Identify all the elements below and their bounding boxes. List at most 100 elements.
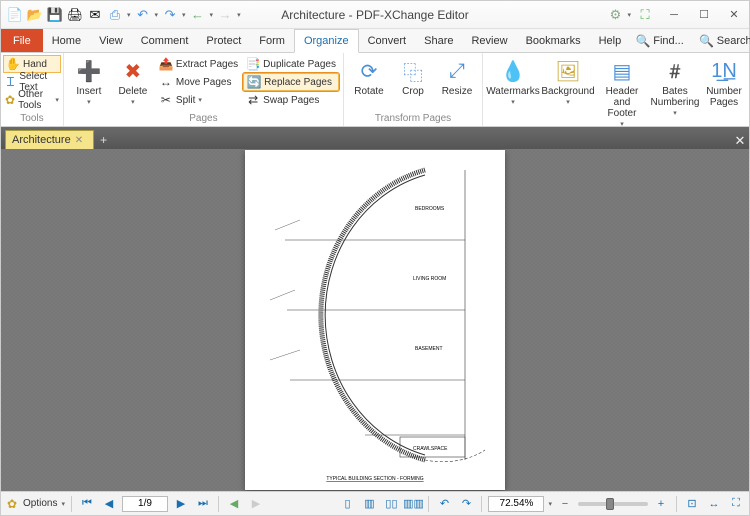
qat-dropdown-icon[interactable]: ▾ [127,11,131,19]
undo-icon[interactable]: ↶ [135,7,151,23]
other-tools-button[interactable]: ✿Other Tools▾ [3,91,61,109]
extract-pages-button[interactable]: 📤Extract Pages [156,55,241,73]
window-title: Architecture - PDF-XChange Editor [281,8,468,22]
fit-page-button[interactable]: ⊡ [683,495,701,513]
background-label: Background [541,86,594,97]
rotate-cw-button[interactable]: ↷ [457,495,475,513]
tab-home[interactable]: Home [43,29,90,52]
split-button[interactable]: ✂Split▾ [156,91,241,109]
scan-icon[interactable]: ⎙ [107,7,123,23]
zoom-input[interactable] [488,496,544,512]
next-page-button[interactable]: ▶ [172,495,190,513]
two-continuous-view-button[interactable]: ▥▥ [404,495,422,513]
pages-group: ➕Insert▾ ✖Delete▾ 📤Extract Pages ↔Move P… [64,53,344,126]
number-label: Number Pages [706,86,742,108]
rotate-label: Rotate [354,86,383,97]
first-page-button[interactable]: ⏮ [78,495,96,513]
launch-icon[interactable]: ⛶ [637,7,653,23]
hand-label: Hand [23,59,47,70]
watermarks-button[interactable]: 💧Watermarks▾ [487,55,539,106]
new-tab-button[interactable]: + [94,131,113,149]
page-input[interactable] [122,496,168,512]
resize-button[interactable]: ⤢Resize [436,55,478,97]
rotate-button[interactable]: ⟳Rotate [348,55,390,97]
move-pages-button[interactable]: ↔Move Pages [156,73,241,91]
move-icon: ↔ [159,75,173,89]
zoom-thumb[interactable] [606,498,614,510]
tab-convert[interactable]: Convert [359,29,416,52]
zoom-out-button[interactable]: − [556,495,574,513]
split-label: Split [176,95,195,106]
single-page-view-button[interactable]: ▯ [338,495,356,513]
crop-icon: ⿻ [399,57,427,85]
file-tab[interactable]: File [1,29,43,52]
swap-pages-button[interactable]: ⇄Swap Pages [243,91,339,109]
document-viewport[interactable]: BEDROOMS LIVING ROOM BASEMENT CRAWLSPACE… [1,149,749,491]
zoom-dropdown-icon[interactable]: ▾ [548,500,552,508]
find-button[interactable]: 🔍Find... [630,34,690,48]
forward-dropdown-icon[interactable]: ▾ [237,11,241,19]
prev-page-button[interactable]: ◀ [100,495,118,513]
tab-close-icon[interactable]: ✕ [75,135,83,146]
two-page-view-button[interactable]: ▯▯ [382,495,400,513]
delete-button[interactable]: ✖Delete▾ [112,55,154,106]
redo-dropdown-icon[interactable]: ▾ [182,11,186,19]
rotate-ccw-button[interactable]: ↶ [435,495,453,513]
undo-dropdown-icon[interactable]: ▾ [155,11,159,19]
fullscreen-button[interactable]: ⛶ [727,495,745,513]
watermarks-label: Watermarks [486,86,540,97]
chevron-down-icon: ▾ [673,109,677,117]
close-button[interactable]: ✕ [719,5,749,25]
open-icon[interactable]: 📂 [27,7,43,23]
nav-forward-button[interactable]: ▶ [247,495,265,513]
duplicate-pages-button[interactable]: 📑Duplicate Pages [243,55,339,73]
fit-width-button[interactable]: ↔ [705,495,723,513]
email-icon[interactable]: ✉ [87,7,103,23]
replace-pages-button[interactable]: 🔄Replace Pages [243,73,339,91]
minimize-button[interactable]: ─ [659,5,689,25]
options-gear-icon[interactable]: ✿ [5,497,19,511]
drawing-caption: TYPICAL BUILDING SECTION - FORMING [326,476,423,482]
tab-share[interactable]: Share [415,29,462,52]
tab-bookmarks[interactable]: Bookmarks [517,29,590,52]
maximize-button[interactable]: ☐ [689,5,719,25]
bates-button[interactable]: #️Bates Numbering▾ [649,55,701,117]
quick-access-toolbar: 📄 📂 💾 🖨 ✉ ⎙ ▾ ↶ ▾ ↷ ▾ ← ▾ → ▾ [1,7,241,23]
print-icon[interactable]: 🖨 [67,7,83,23]
replace-icon: 🔄 [247,75,261,89]
tab-protect[interactable]: Protect [197,29,250,52]
continuous-view-button[interactable]: ▥ [360,495,378,513]
forward-icon[interactable]: → [217,7,233,23]
header-footer-button[interactable]: ▤Header and Footer▾ [597,55,647,128]
tab-form[interactable]: Form [250,29,294,52]
tab-comment[interactable]: Comment [132,29,198,52]
delete-icon: ✖ [119,57,147,85]
tab-help[interactable]: Help [590,29,631,52]
back-icon[interactable]: ← [190,7,206,23]
chevron-down-icon: ▾ [55,96,59,104]
zoom-slider[interactable] [578,502,648,506]
background-button[interactable]: 🖼Background▾ [541,55,595,106]
document-tab[interactable]: Architecture✕ [5,130,94,149]
last-page-button[interactable]: ⏭ [194,495,212,513]
zoom-in-button[interactable]: + [652,495,670,513]
crop-button[interactable]: ⿻Crop [392,55,434,97]
ui-options-dropdown-icon[interactable]: ▾ [627,11,631,19]
insert-button[interactable]: ➕Insert▾ [68,55,110,106]
bates-icon: #️ [661,57,689,85]
status-bar: ✿ Options ▾ ⏮ ◀ ▶ ⏭ ◀ ▶ ▯ ▥ ▯▯ ▥▥ ↶ ↷ ▾ … [1,491,749,515]
ui-options-icon[interactable]: ⚙ [607,7,623,23]
tab-view[interactable]: View [90,29,132,52]
options-button[interactable]: Options [23,498,57,509]
redo-icon[interactable]: ↷ [162,7,178,23]
save-icon[interactable]: 💾 [47,7,63,23]
tab-organize[interactable]: Organize [294,29,359,53]
ribbon: ✋Hand ᏆSelect Text ✿Other Tools▾ Tools ➕… [1,53,749,127]
number-pages-button[interactable]: 1̲N̲Number Pages [703,55,745,108]
search-button[interactable]: 🔍Search... [694,34,750,48]
back-dropdown-icon[interactable]: ▾ [210,11,214,19]
tab-review[interactable]: Review [462,29,516,52]
options-dropdown-icon[interactable]: ▾ [61,500,65,508]
nav-back-button[interactable]: ◀ [225,495,243,513]
close-all-tabs-icon[interactable]: ✕ [731,133,749,149]
